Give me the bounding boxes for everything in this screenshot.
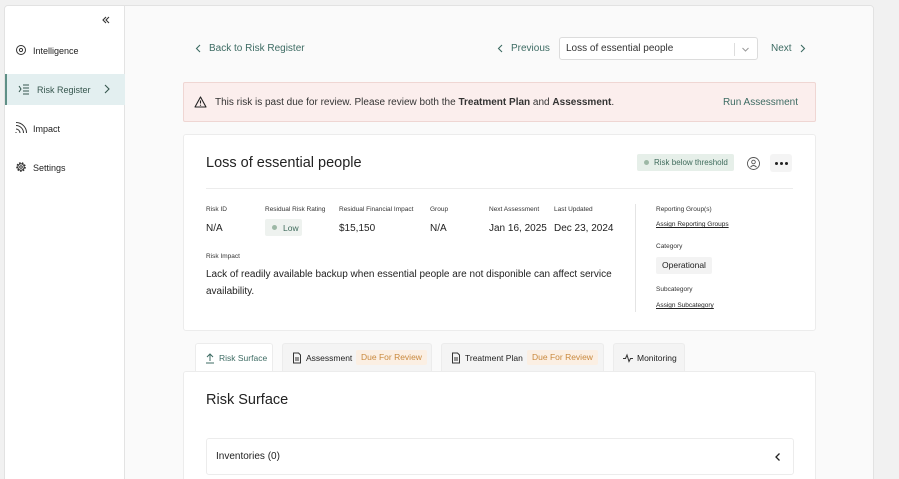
select-separator [734, 43, 735, 56]
more-options-icon[interactable] [770, 154, 792, 172]
sidebar-item-label: Intelligence [33, 45, 79, 56]
risk-register-icon [18, 84, 29, 95]
previous-label: Previous [511, 43, 550, 54]
inventories-label: Inventories (0) [216, 451, 280, 462]
risk-id-label: Risk ID [206, 206, 227, 213]
status-dot [644, 160, 649, 165]
category-badge: Operational [656, 257, 712, 274]
document-icon [452, 352, 460, 364]
tab-risk-surface[interactable]: Risk Surface [195, 343, 273, 371]
tab-treatment-plan[interactable]: Treatment Plan Due For Review [441, 343, 604, 371]
next-label: Next [771, 43, 792, 54]
residual-financial-label: Residual Financial Impact [339, 206, 414, 213]
risk-surface-panel: Risk Surface Inventories (0) [183, 371, 816, 479]
threshold-badge-label: Risk below threshold [654, 158, 728, 167]
risk-id-value: N/A [206, 223, 223, 234]
tab-label: Risk Surface [219, 353, 268, 363]
residual-rating-label: Residual Risk Rating [265, 206, 326, 213]
risk-impact-text: Lack of readily available backup when es… [206, 269, 612, 297]
reporting-groups-label: Reporting Group(s) [656, 206, 712, 213]
sidebar-item-label: Settings [33, 162, 66, 173]
due-for-review-badge: Due For Review [527, 350, 598, 365]
back-link-label: Back to Risk Register [209, 43, 305, 54]
risk-impact-label: Risk Impact [206, 253, 240, 260]
risk-navigation-bar: Back to Risk Register Previous Loss of e… [125, 36, 873, 62]
residual-rating-value: Low [283, 223, 299, 233]
sidebar-item-settings[interactable]: Settings [5, 152, 125, 183]
group-label: Group [430, 206, 449, 213]
chevron-right-icon [800, 44, 805, 53]
assign-subcategory-link[interactable]: Assign Subcategory [656, 302, 714, 309]
risk-threshold-badge: Risk below threshold [637, 154, 734, 171]
divider [206, 188, 793, 189]
sidebar: Intelligence Risk Register Impact Settin… [5, 6, 125, 479]
pulse-icon [623, 353, 633, 363]
gear-icon [16, 162, 26, 172]
risk-surface-title: Risk Surface [206, 392, 289, 408]
dot [775, 162, 778, 165]
tab-label: Assessment [306, 353, 353, 363]
risk-title: Loss of essential people [206, 155, 362, 171]
next-assessment-value: Jan 16, 2025 [489, 223, 547, 234]
next-risk-button[interactable]: Next [771, 43, 806, 54]
chevron-left-icon [775, 453, 780, 461]
chevron-down-icon [742, 47, 749, 52]
chevron-left-icon [195, 44, 201, 53]
tab-assessment[interactable]: Assessment Due For Review [282, 343, 432, 371]
alert-treatment-plan: Treatment Plan [458, 97, 531, 108]
alert-text: and [530, 97, 553, 108]
residual-financial-value: $15,150 [339, 223, 376, 234]
chevron-left-icon [497, 44, 503, 53]
risk-detail-card: Loss of essential people Risk below thre… [183, 134, 816, 331]
subcategory-label: Subcategory [656, 286, 693, 293]
last-updated-value: Dec 23, 2024 [554, 223, 614, 234]
back-to-risk-register-link[interactable]: Back to Risk Register [195, 43, 305, 54]
category-label: Category [656, 243, 683, 250]
previous-risk-button[interactable]: Previous [497, 43, 550, 54]
sidebar-item-label: Impact [33, 123, 61, 134]
review-overdue-alert: This risk is past due for review. Please… [183, 82, 816, 122]
alert-message: This risk is past due for review. Please… [215, 97, 614, 108]
sidebar-item-impact[interactable]: Impact [5, 113, 125, 144]
main-content: Back to Risk Register Previous Loss of e… [125, 6, 873, 479]
signal-icon [15, 122, 27, 134]
user-icon[interactable] [747, 157, 760, 170]
app-window: Intelligence Risk Register Impact Settin… [4, 5, 874, 479]
vertical-divider [635, 204, 636, 312]
tab-monitoring[interactable]: Monitoring [613, 343, 685, 371]
chevron-right-icon [104, 84, 110, 94]
alert-text: . [611, 97, 615, 108]
alert-assessment: Assessment [552, 97, 612, 108]
selected-risk-value: Loss of essential people [566, 43, 674, 54]
alert-text: This risk is past due for review. Please… [215, 97, 459, 108]
dot [785, 162, 788, 165]
tab-label: Treatment Plan [465, 353, 523, 363]
next-assessment-label: Next Assessment [489, 206, 540, 213]
residual-rating-badge: Low [265, 219, 302, 236]
assign-reporting-groups-link[interactable]: Assign Reporting Groups [656, 221, 729, 228]
inventories-accordion[interactable]: Inventories (0) [206, 438, 794, 475]
dot [780, 162, 783, 165]
warning-icon [194, 96, 207, 108]
risk-selector-dropdown[interactable]: Loss of essential people [559, 37, 758, 60]
collapse-sidebar-icon[interactable] [99, 13, 113, 27]
sidebar-item-intelligence[interactable]: Intelligence [5, 35, 125, 66]
group-value: N/A [430, 223, 447, 234]
document-icon [293, 352, 301, 364]
upload-icon [206, 353, 214, 364]
last-updated-label: Last Updated [554, 206, 593, 213]
due-for-review-badge: Due For Review [356, 350, 427, 365]
status-dot [272, 225, 277, 230]
sidebar-item-label: Risk Register [37, 84, 91, 95]
tab-label: Monitoring [637, 353, 677, 363]
eye-icon [16, 45, 26, 55]
run-assessment-button[interactable]: Run Assessment [723, 97, 798, 108]
sidebar-item-risk-register[interactable]: Risk Register [5, 74, 125, 105]
